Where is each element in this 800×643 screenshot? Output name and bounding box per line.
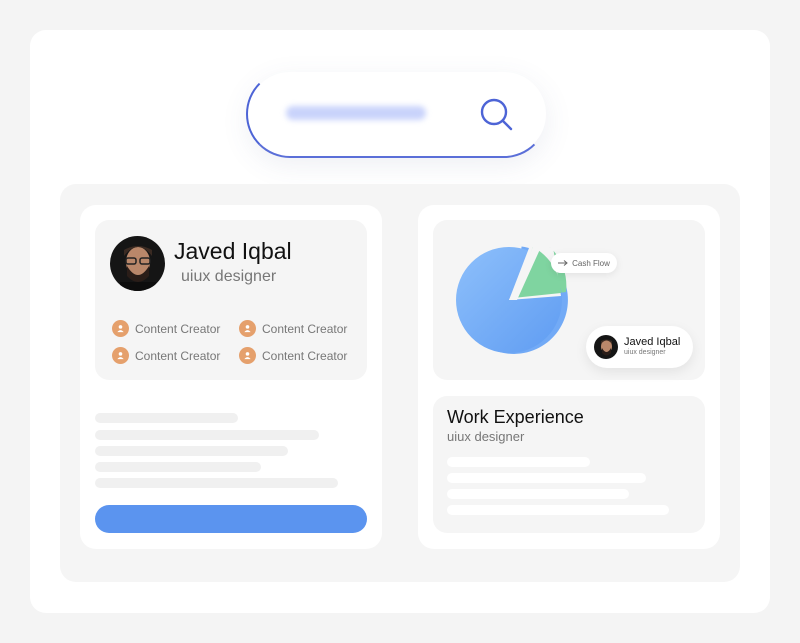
user-icon bbox=[112, 347, 129, 364]
tag-item[interactable]: Content Creator bbox=[239, 320, 347, 337]
profile-name: Javed Iqbal bbox=[174, 238, 292, 264]
search-input[interactable] bbox=[286, 106, 426, 120]
cash-flow-chip[interactable]: Cash Flow bbox=[551, 253, 617, 273]
cash-flow-label: Cash Flow bbox=[572, 258, 610, 268]
avatar[interactable] bbox=[110, 236, 165, 291]
placeholder-line bbox=[447, 457, 590, 467]
placeholder-line bbox=[95, 413, 238, 423]
tag-label: Content Creator bbox=[135, 321, 221, 336]
search-icon[interactable] bbox=[478, 96, 514, 132]
user-icon bbox=[112, 320, 129, 337]
primary-button[interactable] bbox=[95, 505, 367, 533]
work-role: uiux designer bbox=[447, 429, 525, 444]
user-icon bbox=[239, 347, 256, 364]
placeholder-line bbox=[447, 505, 669, 515]
work-title: Work Experience bbox=[447, 407, 584, 427]
tag-label: Content Creator bbox=[262, 348, 348, 363]
placeholder-line bbox=[95, 446, 288, 456]
user-icon bbox=[239, 320, 256, 337]
tag-label: Content Creator bbox=[262, 321, 348, 336]
placeholder-line bbox=[447, 489, 629, 499]
tag-item[interactable]: Content Creator bbox=[112, 347, 220, 364]
tag-item[interactable]: Content Creator bbox=[112, 320, 220, 337]
user-chip-role: uiux designer bbox=[624, 349, 666, 356]
user-chip-name: Javed Iqbal bbox=[624, 336, 681, 348]
tag-label: Content Creator bbox=[135, 348, 221, 363]
avatar bbox=[594, 335, 618, 359]
placeholder-line bbox=[447, 473, 646, 483]
placeholder-line bbox=[95, 462, 261, 472]
tag-item[interactable]: Content Creator bbox=[239, 347, 347, 364]
arrow-right-icon bbox=[558, 260, 568, 266]
profile-role: uiux designer bbox=[181, 268, 277, 285]
placeholder-line bbox=[95, 430, 319, 440]
placeholder-line bbox=[95, 478, 338, 488]
